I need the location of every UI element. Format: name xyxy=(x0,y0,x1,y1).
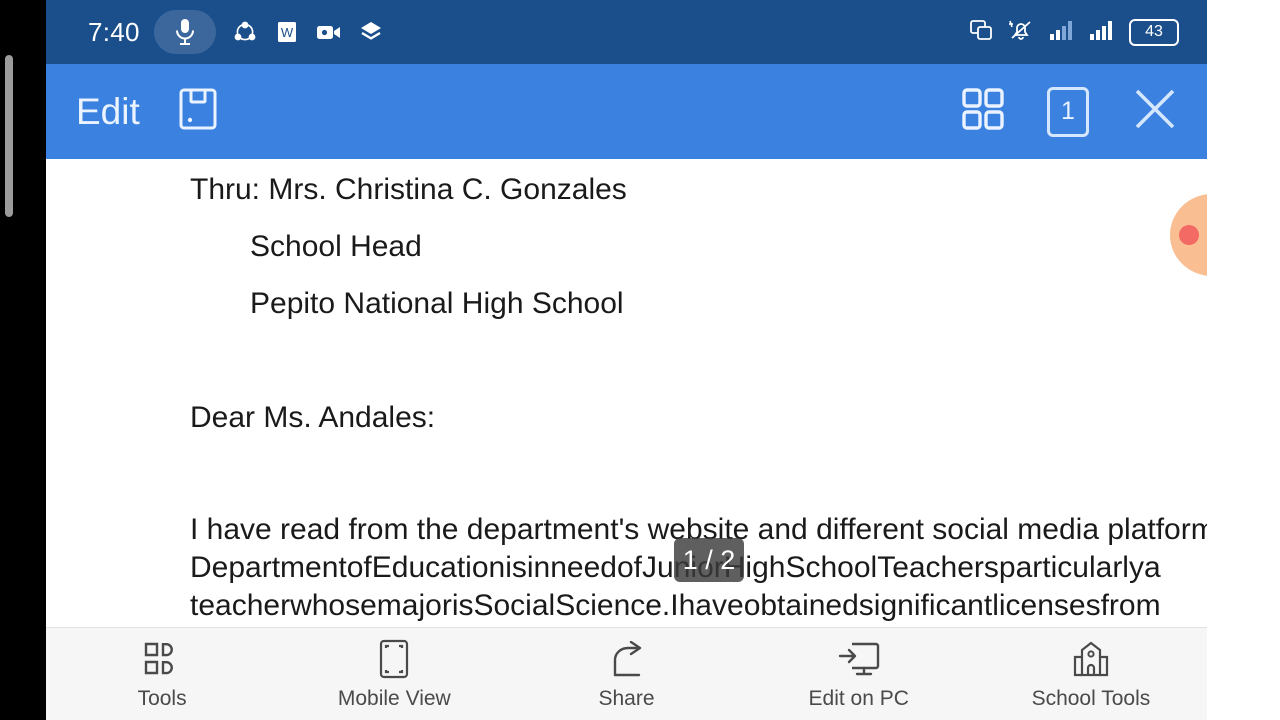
bottom-item-label: School Tools xyxy=(1031,686,1151,710)
page-position-indicator: 1 / 2 xyxy=(674,538,744,582)
svg-text:W: W xyxy=(281,25,294,40)
bottom-item-label: Tools xyxy=(137,686,187,710)
signal-bars-sim1-icon xyxy=(1049,19,1075,46)
school-building-icon xyxy=(1071,639,1111,679)
navigation-bar xyxy=(1207,0,1280,720)
bottom-item-mobile-view[interactable]: Mobile View xyxy=(278,639,510,711)
signal-bars-sim2-icon xyxy=(1089,19,1115,46)
phone-screenshot: 7:40 W 43 Edit 1 Thru: Mrs. Christina C.… xyxy=(0,0,1280,720)
layers-diamond-icon xyxy=(356,17,386,47)
page-number-badge[interactable]: 1 xyxy=(1047,86,1089,137)
bottom-item-share[interactable]: Share xyxy=(510,639,742,711)
phone-viewport: 7:40 W 43 Edit 1 Thru: Mrs. Christina C.… xyxy=(46,0,1207,720)
wps-document-icon: W xyxy=(272,17,302,47)
document-line-salutation: Dear Ms. Andales: xyxy=(190,401,436,434)
status-time: 7:40 xyxy=(88,16,140,47)
share-arrow-icon xyxy=(609,639,645,679)
bottom-toolbar: Tools Mobile View Share Edit on PC Schoo… xyxy=(46,627,1207,720)
status-bar-right: 43 xyxy=(969,18,1179,47)
document-body-paragraph: I have read from the department's websit… xyxy=(190,511,1207,625)
document-line-thru: Thru: Mrs. Christina C. Gonzales xyxy=(190,173,627,206)
status-bar-left: 7:40 W xyxy=(88,10,398,54)
bottom-item-label: Mobile View xyxy=(337,686,451,710)
paragraph-line-2: DepartmentofEducationisinneedofJuniorHig… xyxy=(190,551,1161,584)
document-page[interactable]: Thru: Mrs. Christina C. Gonzales School … xyxy=(46,159,1207,627)
video-camera-icon xyxy=(314,17,344,47)
close-x-icon[interactable] xyxy=(1131,85,1179,138)
bottom-item-school-tools[interactable]: School Tools xyxy=(975,639,1207,711)
paragraph-line-3: teacher whose major is Social Science. Ihave ob… xyxy=(190,589,1161,622)
document-line-school-name: Pepito National High School xyxy=(250,287,624,320)
document-line-school-head: School Head xyxy=(250,230,422,263)
bottom-item-label: Edit on PC xyxy=(808,686,909,710)
mobile-view-icon xyxy=(379,639,409,679)
bottom-item-tools[interactable]: Tools xyxy=(46,639,278,711)
app-toolbar-right: 1 xyxy=(961,85,1179,138)
paragraph-line-1: I have read from the department's websit… xyxy=(190,513,1207,546)
app-toolbar-left: Edit xyxy=(76,87,218,136)
status-bar: 7:40 W 43 xyxy=(46,0,1207,64)
notifications-muted-icon xyxy=(1007,18,1035,47)
app-toolbar: Edit 1 xyxy=(46,64,1207,159)
edit-mode-button[interactable]: Edit xyxy=(76,91,140,133)
bottom-item-edit-on-pc[interactable]: Edit on PC xyxy=(743,639,975,711)
bottom-item-label: Share xyxy=(598,686,655,710)
sync-share-icon xyxy=(230,17,260,47)
left-bezel xyxy=(0,0,46,720)
grid-view-icon[interactable] xyxy=(961,87,1005,136)
edge-gesture-handle[interactable] xyxy=(5,55,13,217)
floppy-save-icon[interactable] xyxy=(178,87,218,136)
tools-grid-icon xyxy=(143,639,181,679)
microphone-icon[interactable] xyxy=(153,10,216,54)
battery-indicator: 43 xyxy=(1129,18,1179,46)
cast-screen-icon xyxy=(969,18,993,47)
edit-on-pc-icon xyxy=(838,639,880,679)
floating-widget-dot xyxy=(1179,225,1199,245)
